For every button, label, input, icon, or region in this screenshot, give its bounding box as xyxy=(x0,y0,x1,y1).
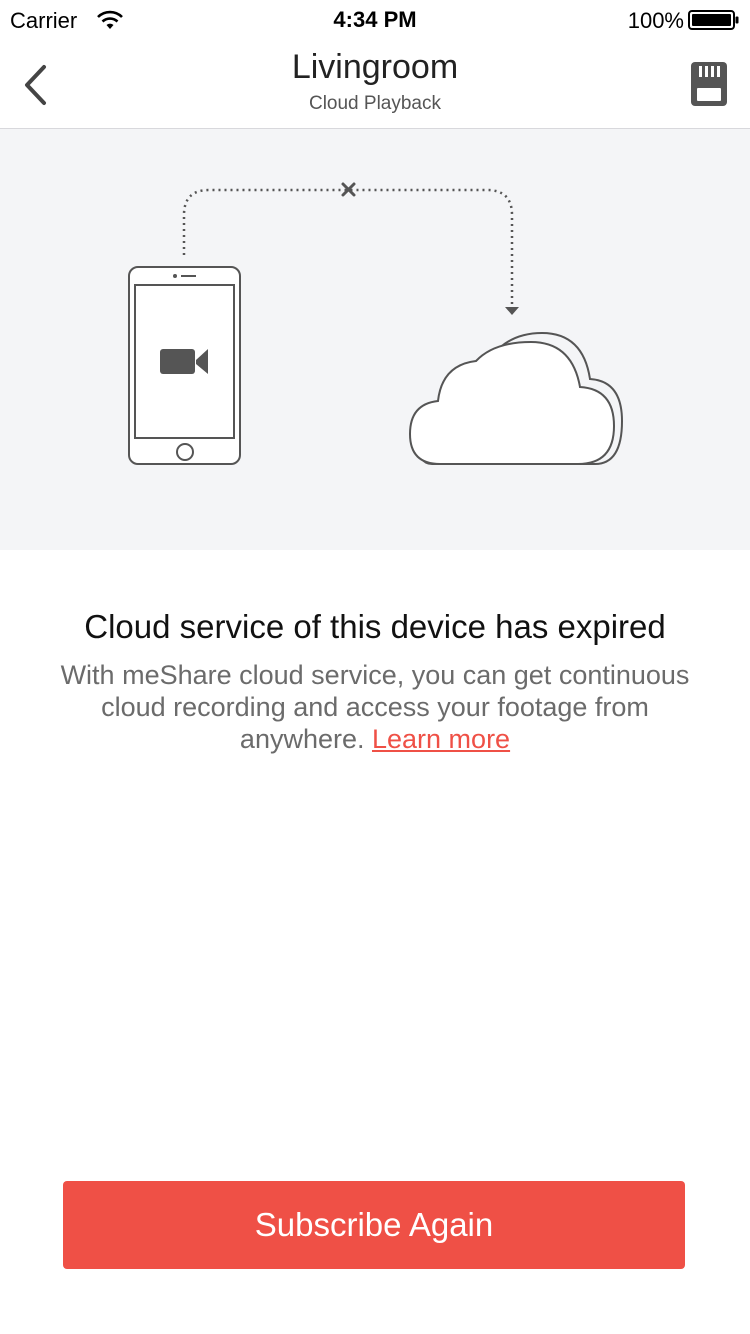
page-title: Livingroom xyxy=(291,48,459,86)
cloud-illustration xyxy=(0,129,750,550)
battery-percentage: 100% xyxy=(627,8,684,33)
learn-more-link[interactable]: Learn more xyxy=(372,724,510,754)
sd-card-icon xyxy=(691,62,727,106)
expired-message: Cloud service of this device has expired… xyxy=(40,608,710,755)
expired-headline: Cloud service of this device has expired xyxy=(84,608,666,645)
battery-icon xyxy=(688,10,739,30)
illustration-graphic xyxy=(128,182,624,465)
service-description: With meShare cloud service, you can get … xyxy=(40,659,710,755)
cloud-icon xyxy=(408,331,624,465)
sd-card-button[interactable] xyxy=(688,60,730,108)
subscribe-again-button[interactable]: Subscribe Again xyxy=(63,1181,685,1269)
navigation-bar: Livingroom Cloud Playback xyxy=(0,40,750,129)
page-subtitle: Cloud Playback xyxy=(308,93,442,114)
arrow-down-icon xyxy=(505,307,519,315)
status-bar: Carrier 4:34 PM 100% xyxy=(0,0,750,40)
